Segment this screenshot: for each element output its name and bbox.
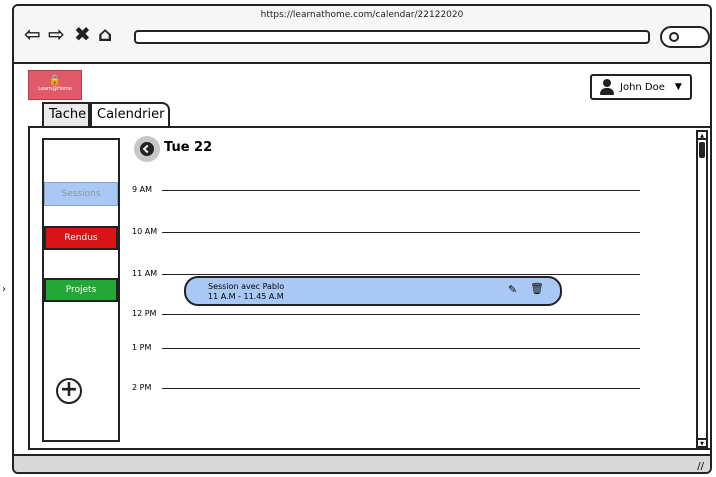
hour-row: 9 AM: [132, 184, 642, 200]
chevron-down-icon: ▼: [674, 82, 682, 92]
hour-label: 11 AM: [132, 269, 158, 278]
calendar-panel: Sessions Rendus Projets + Tue 22 9 AM 10…: [28, 126, 710, 450]
scroll-down-icon[interactable]: ▼: [698, 438, 706, 447]
lock-icon: 🔒: [48, 75, 62, 86]
url-text: https://learnathome.com/calendar/2212202…: [260, 10, 464, 20]
side-arrow-icon: ›: [2, 284, 6, 295]
forward-icon[interactable]: ⇨: [48, 24, 65, 44]
tab-tache[interactable]: Tache: [42, 102, 90, 126]
hour-label: 2 PM: [132, 383, 152, 392]
url-bar[interactable]: [134, 30, 650, 44]
scrollbar[interactable]: ▲ ▼: [696, 130, 708, 448]
browser-window: https://learnathome.com/calendar/2212202…: [12, 4, 712, 474]
hour-row: 12 PM: [132, 308, 642, 324]
user-menu[interactable]: John Doe ▼: [590, 74, 692, 100]
back-day-button[interactable]: [134, 136, 160, 162]
pencil-icon[interactable]: ✎: [508, 283, 517, 296]
event-title: Session avec Pablo: [208, 282, 285, 291]
browser-toolbar: https://learnathome.com/calendar/2212202…: [14, 6, 710, 64]
hour-row: 2 PM: [132, 382, 642, 398]
hour-line: [162, 348, 640, 349]
hour-row: 10 AM: [132, 226, 642, 242]
hour-line: [162, 274, 640, 275]
trash-icon[interactable]: 🗑: [530, 282, 544, 295]
user-icon: [600, 79, 614, 95]
scroll-up-icon[interactable]: ▲: [698, 132, 706, 140]
search-button[interactable]: [660, 26, 710, 48]
hour-line: [162, 314, 640, 315]
sidebar-item-sessions[interactable]: Sessions: [44, 182, 118, 206]
sidebar-item-rendus[interactable]: Rendus: [44, 226, 118, 250]
close-icon[interactable]: ✖: [74, 24, 91, 44]
hour-label: 10 AM: [132, 227, 158, 236]
home-icon[interactable]: ⌂: [98, 24, 112, 44]
hour-label: 9 AM: [132, 185, 153, 194]
hour-line: [162, 232, 640, 233]
back-icon[interactable]: ⇦: [24, 24, 41, 44]
logo-text: Learn@Home: [38, 86, 72, 92]
app-logo[interactable]: 🔒 Learn@Home: [28, 70, 82, 100]
tab-calendrier[interactable]: Calendrier: [90, 102, 170, 126]
hour-line: [162, 190, 640, 191]
scroll-thumb[interactable]: [699, 142, 705, 158]
hour-label: 1 PM: [132, 343, 152, 352]
day-title: Tue 22: [164, 140, 213, 155]
user-name: John Doe: [620, 81, 665, 93]
hour-line: [162, 388, 640, 389]
search-icon: [669, 32, 679, 42]
event-time: 11 A.M - 11.45 A.M: [208, 292, 284, 301]
sidebar-item-projets[interactable]: Projets: [44, 278, 118, 302]
resize-grip-icon[interactable]: //: [697, 461, 704, 472]
calendar-event[interactable]: Session avec Pablo 11 A.M - 11.45 A.M ✎ …: [184, 276, 562, 306]
status-bar: //: [14, 454, 710, 472]
sidebar: Sessions Rendus Projets +: [42, 138, 120, 442]
add-icon[interactable]: +: [56, 378, 82, 404]
hour-row: 1 PM: [132, 342, 642, 358]
hour-label: 12 PM: [132, 309, 157, 318]
